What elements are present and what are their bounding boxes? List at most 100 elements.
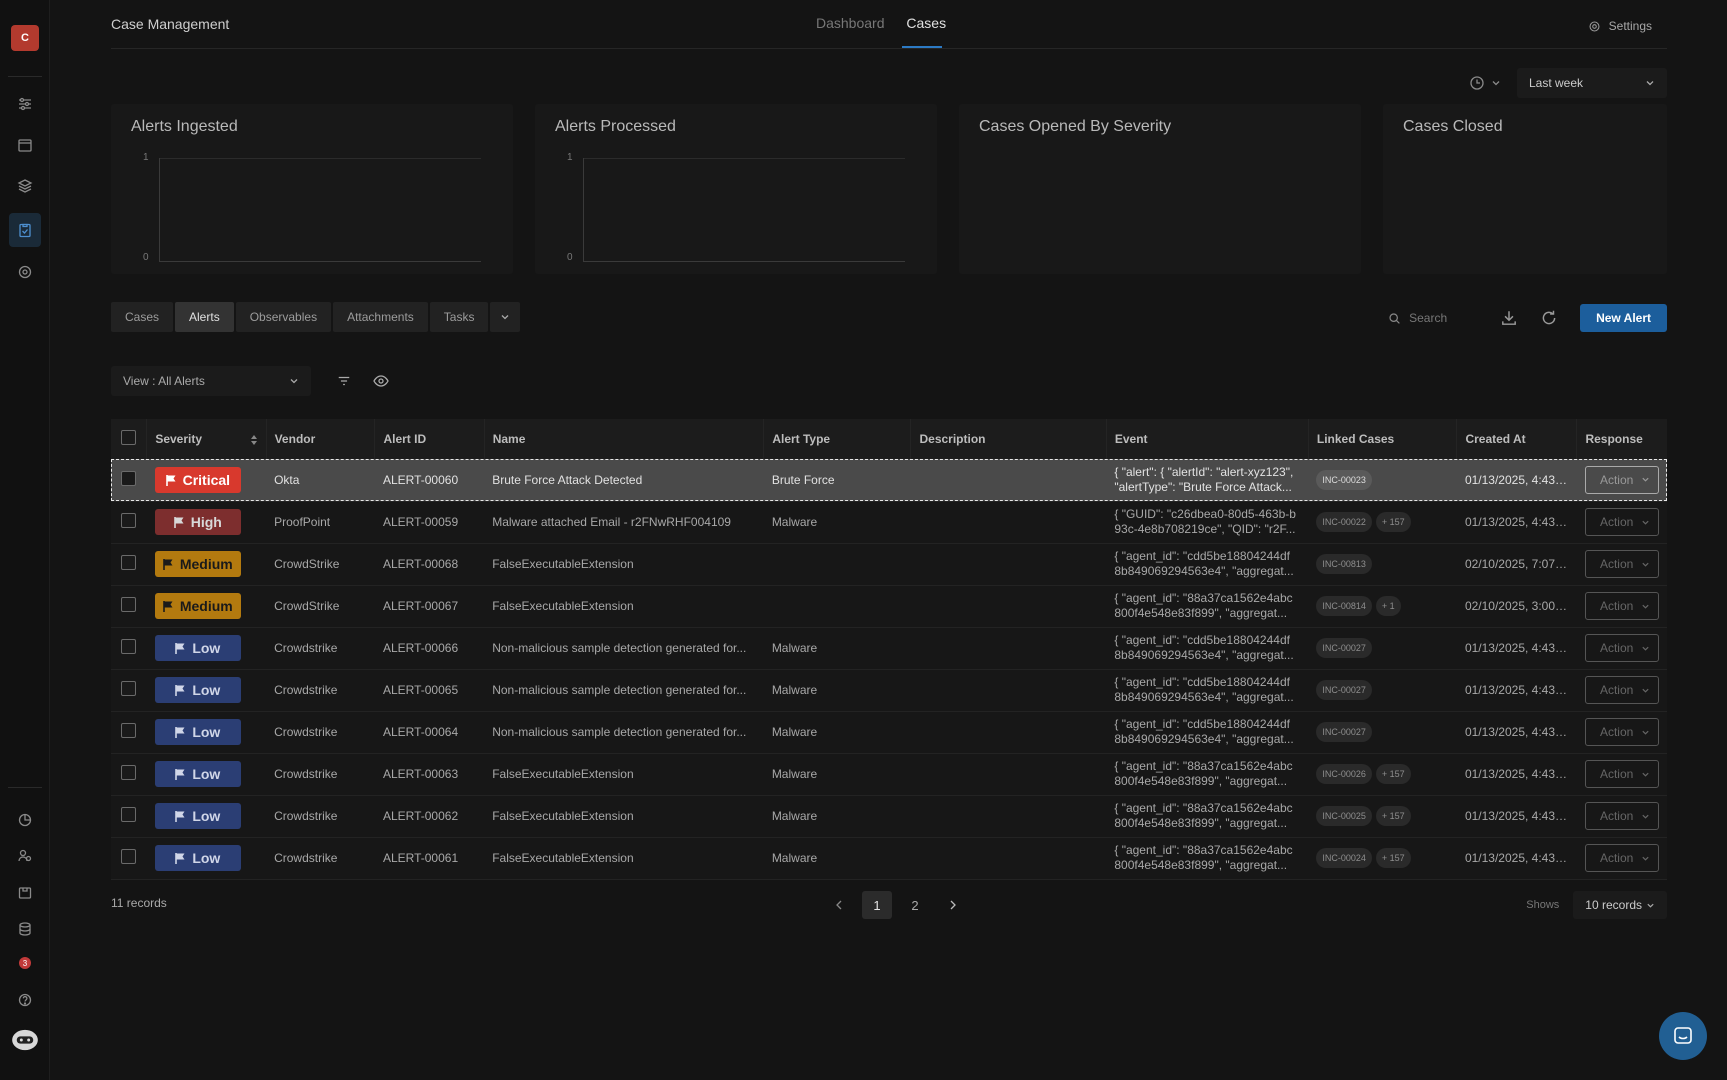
page-1-button[interactable]: 1 bbox=[862, 891, 892, 919]
action-dropdown[interactable]: Action bbox=[1584, 592, 1659, 620]
table-row[interactable]: Low Crowdstrike ALERT-00062 FalseExecutable… bbox=[111, 795, 1667, 837]
row-checkbox[interactable] bbox=[121, 555, 137, 570]
col-name[interactable]: Name bbox=[484, 419, 765, 459]
settings-button[interactable]: Settings bbox=[1588, 19, 1652, 33]
new-alert-button[interactable]: New Alert bbox=[1580, 304, 1667, 332]
action-dropdown[interactable]: Action bbox=[1584, 718, 1659, 746]
linked-case-chip[interactable]: INC-00814 bbox=[1316, 596, 1372, 616]
alert-name-link[interactable]: FalseExecutableExtension bbox=[492, 557, 756, 571]
table-row[interactable]: Low Crowdstrike ALERT-00063 FalseExecutable… bbox=[111, 753, 1667, 795]
alert-name-link[interactable]: FalseExecutableExtension bbox=[492, 809, 756, 823]
tab-tasks[interactable]: Tasks bbox=[429, 302, 489, 332]
more-cases-chip[interactable]: + 157 bbox=[1375, 806, 1411, 826]
alert-name-link[interactable]: Brute Force Attack Detected bbox=[492, 473, 756, 487]
app-logo[interactable]: C bbox=[11, 25, 39, 51]
next-page-button[interactable] bbox=[938, 891, 968, 919]
linked-case-chip[interactable]: INC-00025 bbox=[1316, 806, 1372, 826]
col-alert-id[interactable]: Alert ID bbox=[374, 419, 485, 459]
linked-case-chip[interactable]: INC-00027 bbox=[1316, 680, 1372, 700]
linked-case-chip[interactable]: INC-00027 bbox=[1316, 722, 1372, 742]
help-icon[interactable] bbox=[13, 988, 37, 1012]
search-input[interactable]: Search bbox=[1388, 311, 1478, 325]
alert-name-link[interactable]: Non-malicious sample detection generated… bbox=[492, 683, 756, 697]
users-icon[interactable] bbox=[13, 844, 37, 868]
table-row[interactable]: Medium CrowdStrike ALERT-00068 FalseExecuta… bbox=[111, 543, 1667, 585]
table-row[interactable]: High ProofPoint ALERT-00059 Malware attache… bbox=[111, 501, 1667, 543]
calendar-icon[interactable] bbox=[13, 133, 37, 157]
table-row[interactable]: Low Crowdstrike ALERT-00065 Non-malicious s… bbox=[111, 669, 1667, 711]
row-checkbox[interactable] bbox=[121, 597, 137, 612]
more-cases-chip[interactable]: + 157 bbox=[1375, 512, 1411, 532]
alert-name-link[interactable]: FalseExecutableExtension bbox=[492, 851, 756, 865]
action-dropdown[interactable]: Action bbox=[1584, 760, 1659, 788]
action-dropdown[interactable]: Action bbox=[1584, 844, 1659, 872]
col-alert-type[interactable]: Alert Type bbox=[763, 419, 912, 459]
target-icon[interactable] bbox=[13, 260, 37, 284]
action-dropdown[interactable]: Action bbox=[1584, 508, 1659, 536]
nav-tab-cases[interactable]: Cases bbox=[906, 15, 946, 31]
table-row[interactable]: Medium CrowdStrike ALERT-00067 FalseExecuta… bbox=[111, 585, 1667, 627]
cases-clipboard-icon[interactable] bbox=[9, 213, 41, 247]
layers-icon[interactable] bbox=[13, 174, 37, 198]
linked-case-chip[interactable]: INC-00022 bbox=[1316, 512, 1372, 532]
alert-name-link[interactable]: FalseExecutableExtension bbox=[492, 767, 756, 781]
download-icon[interactable] bbox=[1500, 309, 1518, 327]
row-checkbox[interactable] bbox=[121, 681, 137, 696]
select-all-checkbox[interactable] bbox=[121, 430, 137, 445]
col-description[interactable]: Description bbox=[910, 419, 1107, 459]
action-dropdown[interactable]: Action bbox=[1584, 634, 1659, 662]
chat-support-button[interactable] bbox=[1659, 1012, 1707, 1060]
refresh-interval-button[interactable] bbox=[1463, 75, 1507, 91]
linked-case-chip[interactable]: INC-00026 bbox=[1316, 764, 1372, 784]
col-response[interactable]: Response bbox=[1577, 419, 1667, 459]
action-dropdown[interactable]: Action bbox=[1584, 676, 1659, 704]
row-checkbox[interactable] bbox=[121, 639, 137, 654]
more-tabs-button[interactable] bbox=[490, 302, 521, 332]
sliders-icon[interactable] bbox=[13, 92, 37, 116]
page-size-select[interactable]: 10 records bbox=[1573, 891, 1667, 919]
sort-icon[interactable] bbox=[250, 434, 258, 446]
alert-name-link[interactable]: Non-malicious sample detection generated… bbox=[492, 641, 756, 655]
col-event[interactable]: Event bbox=[1106, 419, 1309, 459]
refresh-icon[interactable] bbox=[1540, 309, 1558, 327]
nav-tab-dashboard[interactable]: Dashboard bbox=[816, 15, 885, 31]
col-vendor[interactable]: Vendor bbox=[266, 419, 376, 459]
row-checkbox[interactable] bbox=[121, 765, 137, 780]
view-select[interactable]: View : All Alerts bbox=[111, 366, 311, 396]
alert-name-link[interactable]: Malware attached Email - r2FNwRHF004109 bbox=[492, 515, 756, 529]
linked-case-chip[interactable]: INC-00027 bbox=[1316, 638, 1372, 658]
row-checkbox[interactable] bbox=[121, 807, 137, 822]
table-row[interactable]: Low Crowdstrike ALERT-00066 Non-malicious s… bbox=[111, 627, 1667, 669]
period-select[interactable]: Last week bbox=[1517, 68, 1667, 98]
row-checkbox[interactable] bbox=[121, 470, 137, 486]
row-checkbox[interactable] bbox=[121, 513, 137, 528]
table-row[interactable]: Low Crowdstrike ALERT-00061 FalseExecutable… bbox=[111, 837, 1667, 879]
row-checkbox[interactable] bbox=[121, 723, 137, 738]
table-row[interactable]: Low Crowdstrike ALERT-00064 Non-malicious s… bbox=[111, 711, 1667, 753]
table-row[interactable]: Critical Okta ALERT-00060 Brute Force Attac… bbox=[111, 459, 1667, 501]
col-created-at[interactable]: Created At bbox=[1456, 419, 1578, 459]
database-icon[interactable] bbox=[13, 917, 37, 941]
more-cases-chip[interactable]: + 157 bbox=[1375, 848, 1411, 868]
col-severity[interactable]: Severity bbox=[146, 419, 267, 459]
tab-observables[interactable]: Observables bbox=[235, 302, 332, 332]
box-icon[interactable] bbox=[13, 881, 37, 905]
col-linked-cases[interactable]: Linked Cases bbox=[1308, 419, 1458, 459]
linked-case-chip[interactable]: INC-00813 bbox=[1316, 554, 1372, 574]
row-checkbox[interactable] bbox=[121, 849, 137, 864]
more-cases-chip[interactable]: + 1 bbox=[1375, 596, 1401, 616]
tab-alerts[interactable]: Alerts bbox=[175, 302, 234, 332]
notifications-badge[interactable]: 3 bbox=[13, 951, 37, 975]
tab-cases[interactable]: Cases bbox=[111, 302, 174, 332]
page-2-button[interactable]: 2 bbox=[900, 891, 930, 919]
action-dropdown[interactable]: Action bbox=[1584, 550, 1659, 578]
filter-icon[interactable] bbox=[337, 374, 351, 388]
tab-attachments[interactable]: Attachments bbox=[333, 302, 428, 332]
action-dropdown[interactable]: Action bbox=[1584, 802, 1659, 830]
user-avatar-icon[interactable] bbox=[10, 1028, 40, 1052]
alert-name-link[interactable]: FalseExecutableExtension bbox=[492, 599, 756, 613]
pie-chart-icon[interactable] bbox=[13, 808, 37, 832]
linked-case-chip[interactable]: INC-00023 bbox=[1316, 469, 1372, 490]
more-cases-chip[interactable]: + 157 bbox=[1375, 764, 1411, 784]
action-dropdown[interactable]: Action bbox=[1584, 465, 1659, 494]
